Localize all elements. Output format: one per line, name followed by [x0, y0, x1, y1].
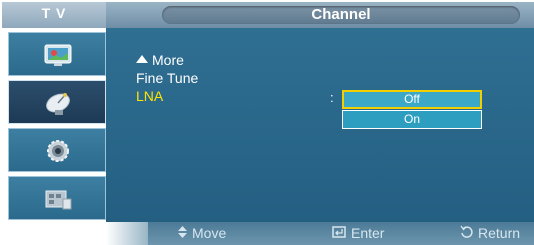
source-label: T V	[2, 2, 106, 28]
return-icon	[460, 224, 473, 242]
sidebar	[8, 32, 106, 222]
gear-icon	[47, 140, 69, 162]
satellite-dish-icon	[46, 93, 70, 115]
up-arrow-icon	[136, 55, 148, 63]
page-title: Channel	[311, 6, 371, 23]
picture-icon	[44, 44, 72, 66]
sidebar-item-picture[interactable]	[8, 32, 106, 76]
sidebar-item-input[interactable]	[8, 176, 106, 220]
main-panel: More Fine Tune LNA : Off On	[106, 28, 534, 222]
menu-item-more[interactable]: More	[152, 52, 184, 68]
value-separator: :	[330, 90, 334, 105]
hint-return-label: Return	[478, 225, 521, 241]
menu-item-fine-tune[interactable]: Fine Tune	[136, 70, 198, 86]
menu-item-lna[interactable]: LNA	[136, 88, 163, 104]
hint-move-label: Move	[192, 225, 227, 241]
lna-option-on[interactable]: On	[342, 110, 482, 129]
enter-icon	[332, 224, 346, 242]
top-bar: T V Channel	[2, 2, 534, 28]
hint-return: Return	[460, 224, 520, 242]
osd-window: T V Channel More Fine Tune LNA: Off On …	[0, 0, 534, 245]
hint-move: Move	[178, 224, 226, 242]
title-bar: Channel	[162, 6, 520, 24]
hint-enter: Enter	[332, 224, 384, 242]
input-icon	[45, 190, 72, 210]
bottom-bar: Move Enter Return	[2, 222, 534, 245]
sidebar-item-channel[interactable]	[8, 80, 106, 124]
updown-arrow-icon	[178, 224, 187, 242]
hint-enter-label: Enter	[351, 225, 385, 241]
lna-option-off[interactable]: Off	[342, 90, 482, 109]
lna-dropdown[interactable]: Off On	[342, 90, 482, 130]
sidebar-item-setup[interactable]	[8, 128, 106, 172]
